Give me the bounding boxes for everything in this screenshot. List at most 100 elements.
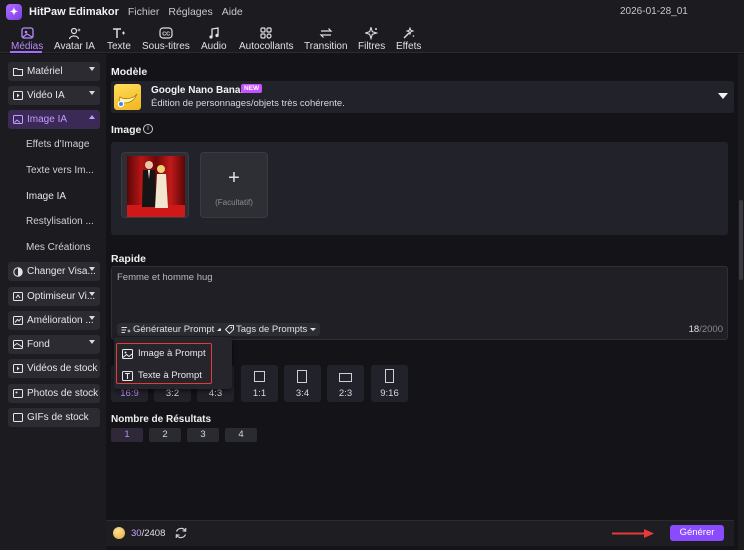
top-toolbar: Médias Avatar IA Texte CC Sous-titres Au… <box>0 24 744 53</box>
menu-aide[interactable]: Aide <box>222 6 243 18</box>
image-icon <box>122 348 133 359</box>
sidebar-item-materiel[interactable]: Matériel <box>8 62 100 81</box>
sidebar-item-label: Amélioration ... <box>27 315 94 326</box>
sidebar-item-photos-stock[interactable]: Photos de stock <box>8 384 100 403</box>
char-max: /2000 <box>699 324 723 335</box>
chevron-down-icon <box>89 340 95 344</box>
tab-texte[interactable]: Texte <box>107 26 131 52</box>
filter-icon <box>365 26 379 40</box>
chevron-down-icon[interactable] <box>718 93 728 99</box>
menu-item-label: Image à Prompt <box>138 348 206 359</box>
sidebar-subitem-effets-image[interactable]: Effets d'Image <box>26 139 89 150</box>
tab-filtres[interactable]: Filtres <box>358 26 385 52</box>
sidebar-item-changer-visage[interactable]: Changer Visa... <box>8 262 100 281</box>
chevron-down-icon <box>89 267 95 271</box>
prompt-textarea[interactable]: Femme et homme hug Générateur Prompt Tag… <box>111 266 728 340</box>
uploaded-image-thumbnail[interactable] <box>121 152 189 218</box>
sidebar-item-label: Photos de stock <box>27 388 99 399</box>
sidebar-item-label: Changer Visa... <box>27 266 96 277</box>
background-icon <box>13 340 23 350</box>
sidebar-item-videos-stock[interactable]: Vidéos de stock <box>8 359 100 378</box>
credits-used: 30 <box>131 528 142 539</box>
plus-icon: + <box>228 167 240 189</box>
model-section-label: Modèle <box>111 66 148 78</box>
sidebar-item-fond[interactable]: Fond <box>8 335 100 354</box>
prompt-generator-dropdown[interactable]: Générateur Prompt <box>117 323 228 336</box>
media-icon <box>20 26 34 40</box>
sidebar-subitem-restylisation[interactable]: Restylisation ... <box>26 216 94 227</box>
credits-display: 30/2408 <box>131 528 165 539</box>
title-bar: ✦ HitPaw Edimakor Fichier Réglages Aide … <box>0 0 744 24</box>
results-option-1[interactable]: 1 <box>111 428 143 442</box>
ratio-2-3[interactable]: 2:3 <box>327 365 364 402</box>
image-section-label: Image <box>111 124 142 136</box>
prompt-tags-dropdown[interactable]: Tags de Prompts <box>221 323 321 336</box>
chevron-down-icon <box>89 292 95 296</box>
red-arrow-annotation-icon <box>612 529 654 541</box>
sidebar-item-amelioration[interactable]: Amélioration ... <box>8 311 100 330</box>
scrollbar-thumb[interactable] <box>739 200 743 280</box>
chevron-down-icon <box>310 328 317 331</box>
effects-icon <box>402 26 415 40</box>
ratio-shape <box>339 373 352 382</box>
music-note-icon <box>208 26 220 40</box>
sidebar-subitem-image-ia[interactable]: Image IA <box>26 191 66 202</box>
tab-sous-titres[interactable]: CC Sous-titres <box>142 26 190 52</box>
ratio-1-1[interactable]: 1:1 <box>241 365 278 402</box>
tab-avatar-ia[interactable]: Avatar IA <box>54 26 95 52</box>
tab-audio[interactable]: Audio <box>201 26 227 52</box>
sidebar-item-label: Image IA <box>27 114 68 125</box>
tag-icon <box>225 325 234 334</box>
coin-icon <box>113 527 125 539</box>
menu-item-image-to-prompt[interactable]: Image à Prompt <box>122 348 206 359</box>
ratio-label: 9:16 <box>380 388 399 399</box>
character-counter: 18/2000 <box>689 324 723 335</box>
chevron-down-icon <box>89 316 95 320</box>
results-count-label: Nombre de Résultats <box>111 414 212 425</box>
folder-icon <box>13 67 23 77</box>
sidebar-item-gifs-stock[interactable]: GIFs de stock <box>8 408 100 427</box>
main-panel: Modèle Google Nano Banana NEW Édition de… <box>106 54 738 550</box>
avatar-icon <box>68 26 81 40</box>
svg-text:CC: CC <box>162 32 170 38</box>
add-image-button[interactable]: + (Facultatif) <box>200 152 268 218</box>
credits-total: /2408 <box>141 528 166 539</box>
ratio-label: 2:3 <box>338 388 353 399</box>
stock-video-icon <box>13 364 23 374</box>
model-name: Google Nano Banana <box>151 85 253 96</box>
tab-effets[interactable]: Effets <box>396 26 421 52</box>
sidebar-item-video-ia[interactable]: Vidéo IA <box>8 86 100 105</box>
generate-button[interactable]: Générer <box>670 525 724 541</box>
menu-fichier[interactable]: Fichier <box>128 6 160 18</box>
sidebar-item-optimiseur-video[interactable]: Optimiseur Vi... <box>8 287 100 306</box>
stock-photo-icon <box>13 389 23 399</box>
ratio-shape <box>297 370 307 383</box>
tab-autocollants[interactable]: Autocollants <box>239 26 293 52</box>
text-box-icon <box>122 370 133 381</box>
char-count: 18 <box>688 324 700 335</box>
ratio-label: 3:4 <box>295 388 310 399</box>
ratio-9-16[interactable]: 9:16 <box>371 365 408 402</box>
sidebar-item-label: Optimiseur Vi... <box>27 291 96 302</box>
prompt-section-label: Rapide <box>111 253 147 265</box>
tab-label: Effets <box>396 41 422 52</box>
menu-reglages[interactable]: Réglages <box>168 6 212 18</box>
transition-icon <box>319 26 333 40</box>
sidebar-item-image-ia[interactable]: Image IA <box>8 110 100 129</box>
tab-label: Filtres <box>358 41 386 52</box>
results-option-4[interactable]: 4 <box>225 428 257 442</box>
right-edge-panel <box>738 54 744 550</box>
ratio-shape <box>254 371 265 382</box>
results-option-2[interactable]: 2 <box>149 428 181 442</box>
optimizer-icon <box>13 292 23 302</box>
tab-medias[interactable]: Médias <box>11 26 43 52</box>
results-option-3[interactable]: 3 <box>187 428 219 442</box>
refresh-icon[interactable] <box>174 526 188 540</box>
model-selector[interactable]: Google Nano Banana NEW Édition de person… <box>111 81 734 113</box>
info-icon[interactable]: i <box>143 124 153 134</box>
tab-transition[interactable]: Transition <box>304 26 348 52</box>
sidebar-subitem-texte-vers-image[interactable]: Texte vers Im... <box>26 165 94 176</box>
sidebar-subitem-mes-creations[interactable]: Mes Créations <box>26 242 90 253</box>
menu-item-text-to-prompt[interactable]: Texte à Prompt <box>122 370 202 381</box>
ratio-3-4[interactable]: 3:4 <box>284 365 321 402</box>
